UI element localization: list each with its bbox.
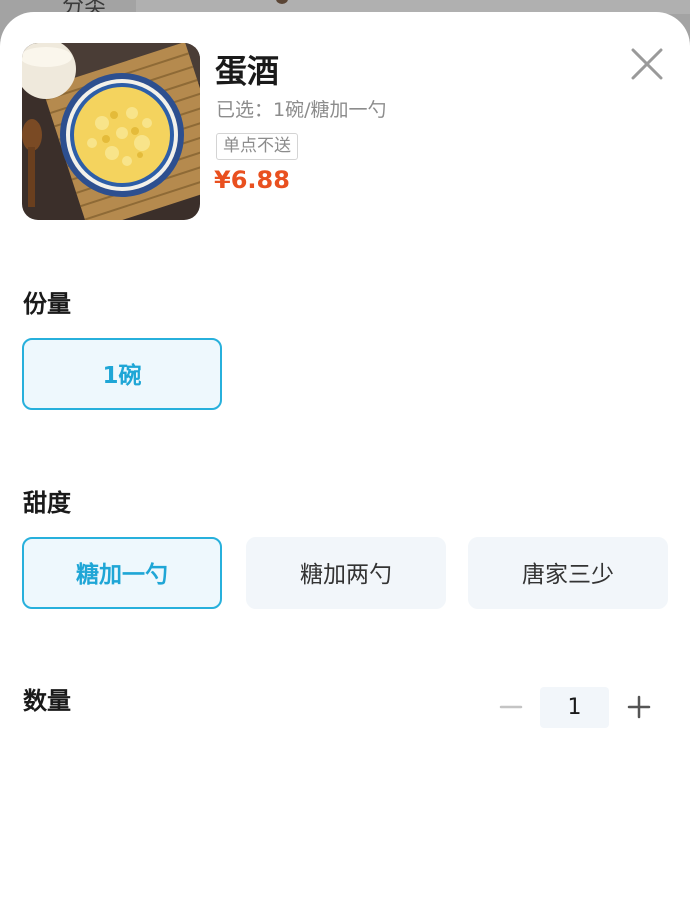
delivery-badge: 单点不送	[216, 133, 298, 160]
portion-option-1-bowl[interactable]: 1碗	[22, 338, 222, 410]
product-price: ¥6.88	[214, 166, 290, 194]
sweetness-option-one-spoon[interactable]: 糖加一勺	[22, 537, 222, 609]
product-image	[22, 43, 200, 220]
product-options-sheet: 蛋酒 已选：1碗/糖加一勺 单点不送 ¥6.88 份量 1碗 甜度 糖加一勺 糖…	[0, 12, 690, 921]
quantity-label: 数量	[23, 687, 71, 715]
sweetness-option-two-spoons[interactable]: 糖加两勺	[246, 537, 446, 609]
plus-icon[interactable]	[624, 692, 654, 722]
portion-label: 份量	[23, 290, 71, 318]
quantity-value[interactable]: 1	[540, 687, 609, 728]
sweetness-option-third[interactable]: 唐家三少	[468, 537, 668, 609]
selected-options-text: 已选：1碗/糖加一勺	[216, 99, 387, 121]
close-icon[interactable]	[626, 43, 668, 85]
minus-icon[interactable]	[496, 692, 526, 722]
sweetness-label: 甜度	[23, 489, 71, 517]
product-name: 蛋酒	[215, 52, 280, 90]
